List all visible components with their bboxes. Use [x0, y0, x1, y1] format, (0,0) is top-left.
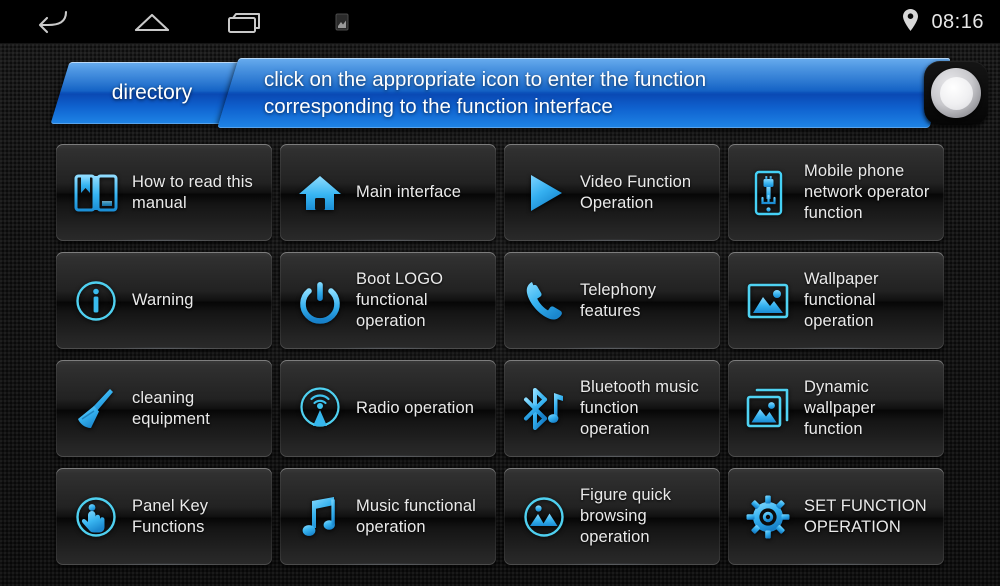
tile-label: Dynamic wallpaper function — [804, 378, 876, 438]
tile-set-function-operation[interactable]: SET FUNCTION OPERATION — [728, 468, 944, 565]
tile-cleaning-equipment[interactable]: cleaning equipment — [56, 360, 272, 457]
home-icon[interactable] — [120, 0, 184, 44]
clock: 08:16 — [931, 10, 984, 33]
tile-label: Telephony features — [580, 280, 657, 320]
tile-label: SET FUNCTION OPERATION — [804, 496, 927, 536]
tile-label: Video Function Operation — [580, 172, 692, 212]
rotary-knob-button[interactable] — [924, 61, 988, 125]
directory-tab-label: directory — [111, 81, 193, 104]
tile-how-to-read-manual[interactable]: How to read this manual — [56, 144, 272, 241]
directory-tab[interactable]: directory — [50, 62, 248, 124]
gear-icon — [742, 491, 794, 543]
music-note-icon — [294, 491, 346, 543]
recents-icon[interactable] — [213, 0, 277, 44]
bluetooth-music-icon — [518, 383, 570, 435]
book-icon — [70, 167, 122, 219]
broom-icon — [70, 383, 122, 435]
instruction-line-2: corresponding to the function interface — [264, 95, 613, 118]
instruction-line-1: click on the appropriate icon to enter t… — [264, 68, 707, 91]
gallery-circle-icon — [518, 491, 570, 543]
phone-handset-icon — [518, 275, 570, 327]
tile-panel-key-functions[interactable]: Panel Key Functions — [56, 468, 272, 565]
tile-label: Figure quick browsing operation — [580, 486, 672, 546]
tile-wallpaper-function[interactable]: Wallpaper functional operation — [728, 252, 944, 349]
tile-warning[interactable]: Warning — [56, 252, 272, 349]
location-pin-icon — [902, 8, 919, 37]
tile-bluetooth-music[interactable]: Bluetooth music function operation — [504, 360, 720, 457]
power-icon — [294, 275, 346, 327]
tile-figure-quick-browsing[interactable]: Figure quick browsing operation — [504, 468, 720, 565]
knob-inner-cap — [939, 76, 973, 110]
tile-label: Radio operation — [356, 399, 474, 417]
home-house-icon — [294, 167, 346, 219]
knob-outer-ring — [931, 68, 981, 118]
tile-mobile-network-operator[interactable]: Mobile phone network operator function — [728, 144, 944, 241]
header-banner-area: directory click on the appropriate icon … — [0, 56, 1000, 134]
tile-label: Warning — [132, 291, 194, 309]
tile-label: Boot LOGO functional operation — [356, 270, 444, 330]
radio-tower-icon — [294, 383, 346, 435]
tile-label: Music functional operation — [356, 496, 476, 536]
tile-main-interface[interactable]: Main interface — [280, 144, 496, 241]
info-circle-icon — [70, 275, 122, 327]
tile-music-function[interactable]: Music functional operation — [280, 468, 496, 565]
stacked-pictures-icon — [742, 383, 794, 435]
tile-label: Main interface — [356, 183, 462, 201]
instruction-text: click on the appropriate icon to enter t… — [228, 58, 940, 128]
status-tray: 08:16 — [902, 0, 984, 44]
main-panel: directory click on the appropriate icon … — [0, 44, 1000, 586]
tile-telephony-features[interactable]: Telephony features — [504, 252, 720, 349]
tile-video-function[interactable]: Video Function Operation — [504, 144, 720, 241]
head-unit-screen: 08:16 directory click on the appropriate… — [0, 0, 1000, 586]
instruction-banner: click on the appropriate icon to enter t… — [217, 58, 951, 128]
phone-usb-icon — [742, 167, 794, 219]
tile-label: Bluetooth music function operation — [580, 378, 699, 438]
tile-dynamic-wallpaper[interactable]: Dynamic wallpaper function — [728, 360, 944, 457]
tile-label: cleaning equipment — [132, 388, 210, 428]
android-navigation-bar: 08:16 — [0, 0, 1000, 44]
tile-label: Panel Key Functions — [132, 496, 209, 536]
touch-hand-icon — [70, 491, 122, 543]
back-icon[interactable] — [22, 0, 86, 44]
screenshot-icon[interactable] — [312, 0, 372, 44]
tile-boot-logo[interactable]: Boot LOGO functional operation — [280, 252, 496, 349]
tile-label: How to read this manual — [132, 172, 253, 212]
tile-label: Mobile phone network operator function — [804, 162, 930, 222]
play-triangle-icon — [518, 167, 570, 219]
function-tile-grid: How to read this manual Main interface V… — [56, 144, 944, 565]
tile-radio-operation[interactable]: Radio operation — [280, 360, 496, 457]
tile-label: Wallpaper functional operation — [804, 270, 879, 330]
picture-frame-icon — [742, 275, 794, 327]
